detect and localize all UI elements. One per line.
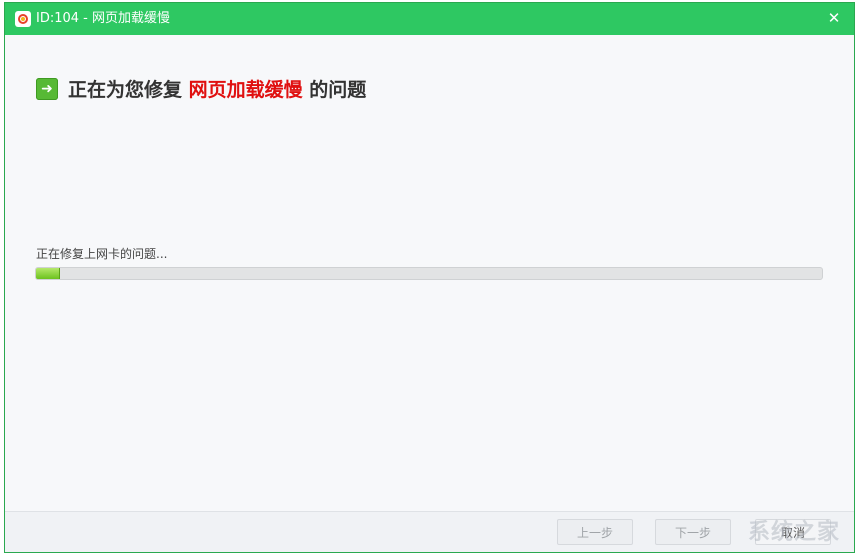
app-logo-icon <box>15 11 31 27</box>
heading-prefix: 正在为您修复 <box>68 79 183 101</box>
progress-bar <box>35 267 823 280</box>
title-bar: ID:104 - 网页加载缓慢 ✕ <box>5 3 854 35</box>
progress-fill <box>36 268 60 279</box>
repair-dialog: ID:104 - 网页加载缓慢 ✕ 正在为您修复 网页加载缓慢 的问题 正在修复… <box>4 2 855 553</box>
arrow-right-icon <box>36 77 58 100</box>
window-title: ID:104 - 网页加载缓慢 <box>36 11 170 26</box>
close-button[interactable]: ✕ <box>824 8 844 28</box>
status-text: 正在修复上网卡的问题... <box>36 247 168 261</box>
heading-problem-name: 网页加载缓慢 <box>188 79 303 101</box>
cancel-button[interactable]: 取消 <box>755 519 831 545</box>
page-heading: 正在为您修复 网页加载缓慢 的问题 <box>36 75 366 101</box>
footer-bar: 上一步 下一步 取消 系统之家 <box>5 511 854 552</box>
previous-button[interactable]: 上一步 <box>557 519 633 545</box>
heading-suffix: 的问题 <box>309 79 367 101</box>
next-button[interactable]: 下一步 <box>655 519 731 545</box>
